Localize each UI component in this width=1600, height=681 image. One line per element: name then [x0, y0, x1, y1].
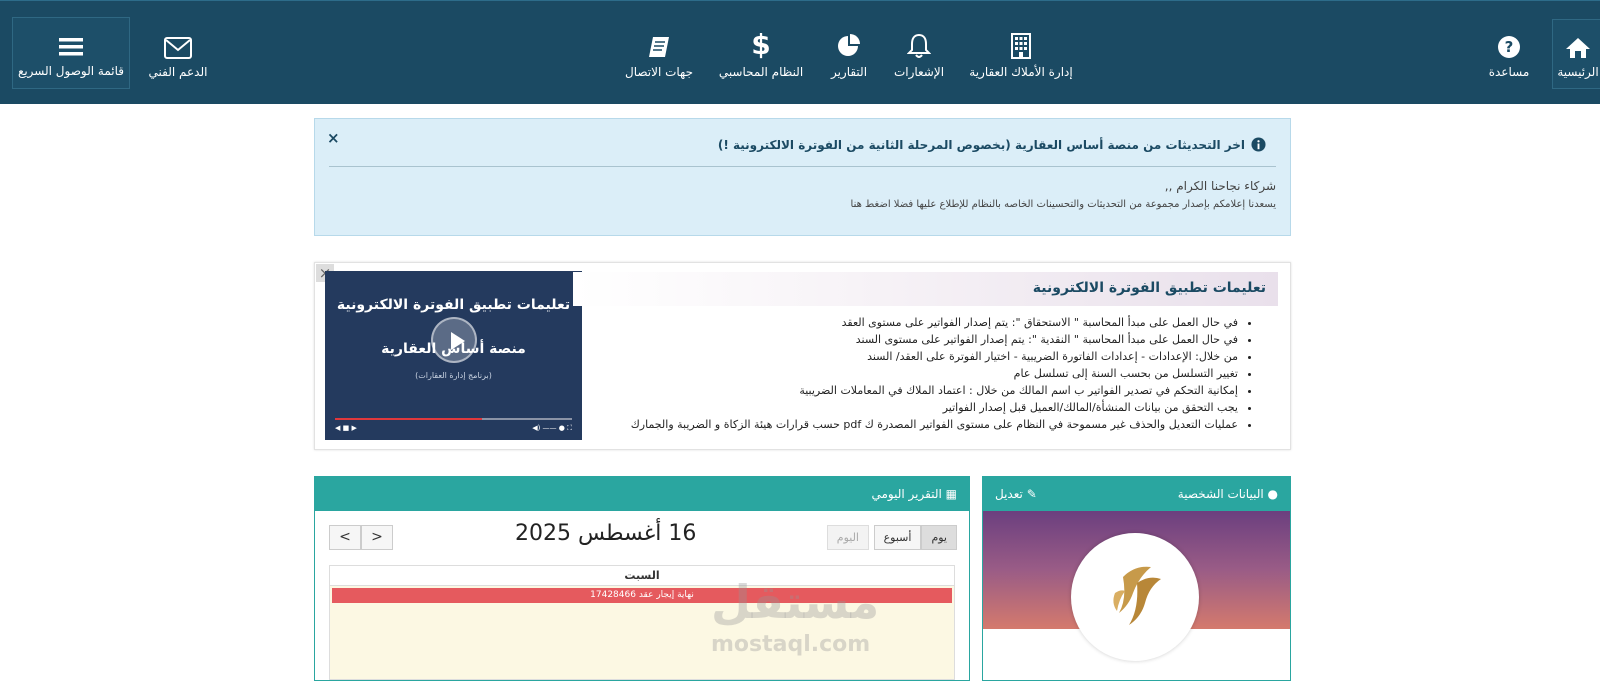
video-caption: (برنامج إدارة العقارات)	[415, 371, 492, 380]
list-item: إمكانية التحكم في تصدير الفواتير ب اسم ا…	[631, 382, 1238, 399]
list-item: من خلال: الإعدادات - إعدادات الفاتورة ال…	[631, 348, 1238, 365]
bell-icon	[907, 29, 931, 59]
edit-link[interactable]: ✎ تعديل	[995, 487, 1037, 501]
updates-alert: × اخر التحديثات من منصة أساس العقارية (ب…	[314, 118, 1291, 236]
divider	[329, 166, 1276, 167]
daily-report-title-text: التقرير اليومي	[871, 487, 942, 501]
view-switcher: أسبوع يوم	[873, 525, 957, 550]
pie-chart-icon	[836, 29, 862, 59]
profile-header: ● البيانات الشخصية ✎ تعديل	[983, 477, 1290, 511]
nav-accounting[interactable]: $ النظام المحاسبي	[718, 19, 804, 89]
close-icon[interactable]: ×	[327, 129, 340, 147]
list-item: يجب التحقق من بيانات المنشأة/المالك/العم…	[631, 399, 1238, 416]
nav-reports[interactable]: التقارير	[826, 19, 872, 89]
nav-help[interactable]: ? مساعدة	[1484, 19, 1534, 89]
nav-reports-label: التقارير	[830, 65, 868, 79]
hamburger-menu-icon	[58, 28, 84, 58]
next-button[interactable]: >	[361, 525, 393, 550]
dollar-icon: $	[751, 28, 771, 61]
list-item: في حال العمل على مبدأ المحاسبة " النقدية…	[631, 331, 1238, 348]
day-view-button[interactable]: يوم	[921, 525, 957, 550]
video-progress-bar[interactable]	[335, 418, 572, 420]
list-item: تغيير التسلسل من بحسب السنة إلى تسلسل عا…	[631, 365, 1238, 382]
alert-title-text: اخر التحديثات من منصة أساس العقارية (بخص…	[717, 137, 1245, 152]
nav-support-label: الدعم الفني	[148, 65, 208, 79]
alert-body[interactable]: يسعدنا إعلامكم بإصدار مجموعة من التحديثا…	[851, 199, 1276, 210]
nav-quick-access[interactable]: قائمة الوصول السريع	[12, 17, 130, 89]
profile-title-text: البيانات الشخصية	[1177, 487, 1264, 501]
daily-report-header: ▦ التقرير اليومي	[315, 477, 969, 511]
instructions-header: تعليمات تطبيق الفوترة الالكترونية	[573, 272, 1278, 306]
nav-property-management-label: إدارة الأملاك العقارية	[969, 65, 1073, 79]
nav-accounting-label: النظام المحاسبي	[718, 65, 804, 79]
info-icon	[1251, 137, 1266, 152]
daily-report-title: ▦ التقرير اليومي	[872, 487, 958, 501]
e-invoice-instructions: × تعليمات تطبيق الفوترة الالكترونية منصة…	[314, 262, 1291, 450]
list-item: في حال العمل على مبدأ المحاسبة " الاستحق…	[631, 314, 1238, 331]
nav-help-label: مساعدة	[1488, 65, 1530, 79]
envelope-icon	[164, 29, 192, 59]
video-subtitle: منصة أساس العقارية	[381, 341, 526, 357]
volume-fullscreen-icons[interactable]: ◀) —— ● ⛶	[532, 424, 572, 434]
list-item: عمليات التعديل والحذف غير مسموحة في النظ…	[631, 416, 1238, 433]
nav-contacts-label: جهات الاتصال	[624, 65, 693, 79]
profile-title: ● البيانات الشخصية	[1178, 487, 1278, 501]
instructions-list: في حال العمل على مبدأ المحاسبة " الاستحق…	[631, 314, 1252, 433]
today-button[interactable]: اليوم	[826, 525, 869, 550]
calendar-icon: ▦	[945, 487, 957, 501]
nav-notifications[interactable]: الإشعارات	[890, 19, 948, 89]
edit-icon: ✎	[1026, 487, 1037, 501]
question-circle-icon: ?	[1497, 29, 1521, 59]
calendar-date-title: 16 أغسطس 2025	[515, 521, 697, 546]
nav-support[interactable]: الدعم الفني	[146, 19, 210, 89]
avatar[interactable]	[1071, 533, 1199, 661]
svg-text:?: ?	[1505, 38, 1514, 56]
prev-button[interactable]: <	[329, 525, 361, 550]
playback-icons[interactable]: ◀ ■ ▶	[335, 424, 357, 434]
address-book-icon	[647, 29, 671, 59]
nav-notifications-label: الإشعارات	[893, 65, 945, 79]
watermark-logo: مستقل	[711, 575, 880, 629]
watermark-url: mostaql.com	[711, 632, 871, 657]
home-icon	[1565, 29, 1591, 59]
user-icon: ●	[1267, 487, 1278, 501]
nav-quick-access-label: قائمة الوصول السريع	[17, 64, 125, 78]
profile-panel: ● البيانات الشخصية ✎ تعديل	[982, 476, 1291, 681]
instructions-title: تعليمات تطبيق الفوترة الالكترونية	[1032, 280, 1266, 296]
alert-greeting: شركاء نجاحنا الكرام ,,	[1164, 179, 1276, 193]
video-controls[interactable]: ◀ ■ ▶ ◀) —— ● ⛶	[335, 424, 572, 434]
nav-home[interactable]: الرئيسية	[1552, 19, 1600, 89]
top-navbar: الرئيسية ? مساعدة إدارة الأملاك العقارية…	[0, 0, 1600, 104]
nav-contacts[interactable]: جهات الاتصال	[624, 19, 694, 89]
week-view-button[interactable]: أسبوع	[873, 525, 922, 550]
instructions-video[interactable]: تعليمات تطبيق الفوترة الالكترونية منصة أ…	[325, 271, 582, 440]
edit-label: تعديل	[995, 487, 1023, 501]
video-title: تعليمات تطبيق الفوترة الالكترونية	[336, 297, 571, 313]
alert-title[interactable]: اخر التحديثات من منصة أساس العقارية (بخص…	[718, 137, 1266, 152]
nav-property-management[interactable]: إدارة الأملاك العقارية	[968, 19, 1074, 89]
nav-home-label: الرئيسية	[1557, 65, 1599, 79]
company-logo	[1113, 566, 1161, 625]
calendar-nav: < >	[329, 525, 393, 550]
building-icon	[1011, 29, 1031, 59]
